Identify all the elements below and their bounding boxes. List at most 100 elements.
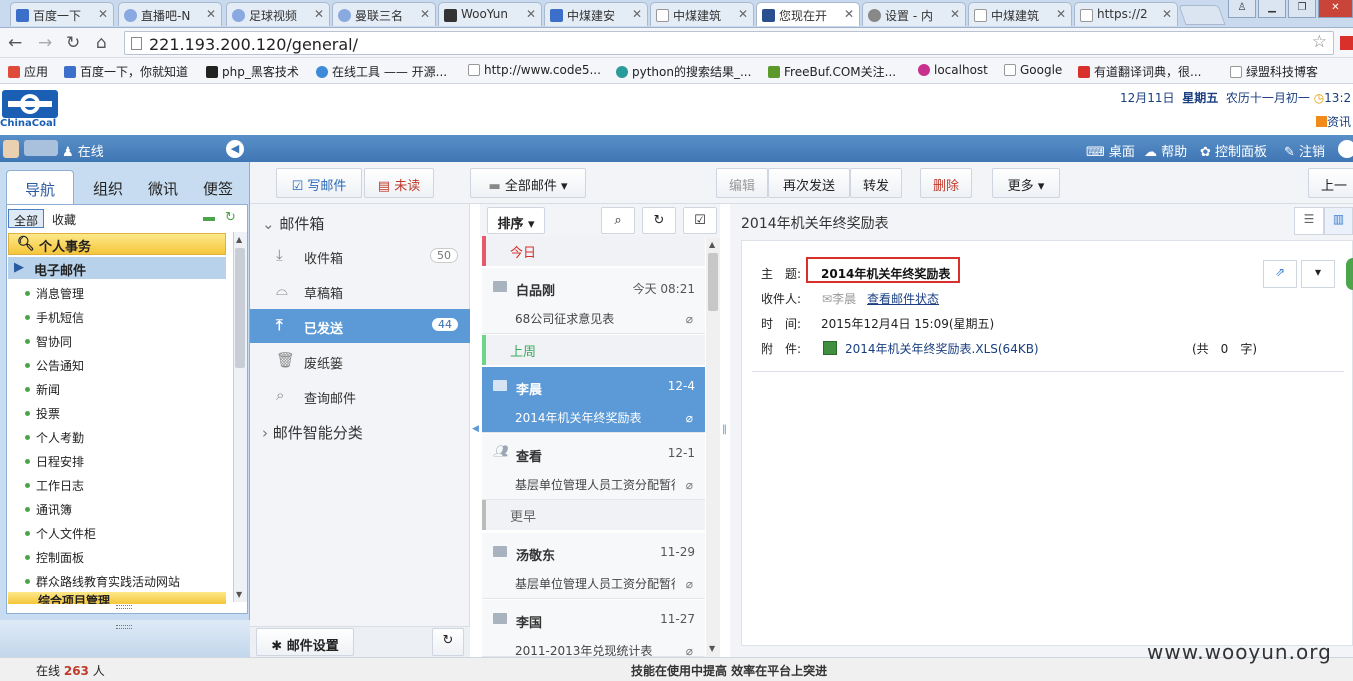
avatar[interactable] — [3, 140, 19, 158]
nav-scroll-thumb[interactable] — [235, 248, 245, 368]
browser-tab[interactable]: 足球视频 ✕ — [226, 2, 330, 26]
prev-button[interactable]: 上一 — [1308, 168, 1353, 198]
edit-button[interactable]: 编辑 — [716, 168, 768, 198]
close-icon[interactable]: ✕ — [844, 7, 854, 21]
group-project[interactable]: 综合项目管理 — [8, 592, 226, 604]
nav-item[interactable]: 控制面板 — [24, 549, 84, 566]
more-dropdown[interactable]: 更多 ▾ — [992, 168, 1060, 198]
refresh-icon[interactable]: ↻ — [225, 210, 236, 225]
message-row[interactable]: 👥︎ 查看 12-1 基层单位管理人员工资分配暂行 ⌀ — [482, 434, 705, 500]
browser-tab[interactable]: 百度一下 ✕ — [10, 2, 114, 26]
sort-dropdown[interactable]: 排序 ▾ — [487, 207, 545, 234]
bookmark[interactable]: Google — [1004, 63, 1062, 77]
refresh-button[interactable]: ↻ — [432, 628, 464, 656]
close-icon[interactable]: ✕ — [738, 7, 748, 21]
tab-org[interactable]: 组织 — [82, 170, 134, 204]
close-icon[interactable]: ✕ — [420, 7, 430, 21]
browser-tab[interactable]: 设置 - 内 ✕ — [862, 2, 966, 26]
close-icon[interactable]: ✕ — [950, 7, 960, 21]
resend-button[interactable]: 再次发送 — [768, 168, 850, 198]
folder-trash[interactable]: 🗑︎ 废纸篓 — [276, 351, 343, 372]
logout-link[interactable]: ✎ 注销 — [1284, 141, 1325, 160]
forward-button[interactable]: 转发 — [850, 168, 902, 198]
control-panel-link[interactable]: ✿ 控制面板 — [1200, 141, 1267, 160]
url-input[interactable]: 221.193.200.120/general/☆ — [124, 31, 1334, 55]
nav-item[interactable]: 新闻 — [24, 381, 60, 398]
list-view-button[interactable]: ☰ — [1294, 207, 1324, 235]
filter-all[interactable]: 全部 — [8, 209, 44, 228]
reader-more-dropdown[interactable]: ▾ — [1301, 260, 1335, 288]
tab-nav[interactable]: 导航 — [6, 170, 74, 204]
bookmark-apps[interactable]: 应用 — [8, 63, 48, 80]
open-new-window-button[interactable]: ⇗ — [1263, 260, 1297, 288]
bookmark[interactable]: 有道翻译词典，很... — [1078, 63, 1201, 80]
news-link[interactable]: 资讯 — [1316, 113, 1351, 130]
filter-favorites[interactable]: 收藏 — [52, 211, 76, 228]
nav-item-email[interactable]: ▶ 电子邮件 — [8, 257, 226, 279]
nav-item[interactable]: 公告通知 — [24, 357, 84, 374]
mailbox-header[interactable]: ⌄ 邮件箱 — [262, 213, 324, 234]
close-icon[interactable]: ✕ — [98, 7, 108, 21]
scroll-up-icon[interactable]: ▲ — [709, 240, 715, 249]
scroll-down-icon[interactable]: ▼ — [709, 644, 715, 653]
browser-tab[interactable]: 中煤建安 ✕ — [544, 2, 648, 26]
new-tab-button[interactable] — [1178, 5, 1226, 25]
nav-item[interactable]: 群众路线教育实践活动网站 — [24, 573, 180, 590]
close-icon[interactable]: ✕ — [632, 7, 642, 21]
star-icon[interactable]: ☆ — [1312, 32, 1327, 52]
scroll-down-icon[interactable]: ▼ — [236, 590, 242, 599]
collapse-icon[interactable] — [203, 217, 215, 221]
window-close-button[interactable]: ✕ — [1318, 0, 1353, 18]
folder-sent[interactable]: ⤒ 已发送 44 — [276, 316, 458, 337]
message-row[interactable]: 汤敬东 11-29 基层单位管理人员工资分配暂行 ⌀ — [482, 533, 705, 599]
refresh-list-button[interactable]: ↻ — [642, 207, 676, 234]
browser-tab[interactable]: 曼联三名 ✕ — [332, 2, 436, 26]
menu-icon[interactable] — [1340, 36, 1353, 50]
compose-button[interactable]: ☑ 写邮件 — [276, 168, 362, 198]
bookmark[interactable]: 绿盟科技博客 — [1230, 63, 1318, 80]
bookmark[interactable]: localhost — [918, 63, 988, 77]
back-icon[interactable]: ← — [8, 33, 22, 53]
maximize-button[interactable]: ❐ — [1288, 0, 1316, 18]
close-icon[interactable]: ✕ — [1162, 7, 1172, 21]
all-mail-dropdown[interactable]: ▬ 全部邮件 ▾ — [470, 168, 586, 198]
select-all-button[interactable]: ☑ — [683, 207, 717, 234]
close-icon[interactable]: ✕ — [1056, 7, 1066, 21]
online-status[interactable]: ♟ 在线 — [62, 141, 104, 160]
group-personal[interactable]: 🔍︎ 个人事务 — [8, 233, 226, 255]
view-status-link[interactable]: 查看邮件状态 — [867, 290, 939, 307]
browser-tab[interactable]: WooYun ✕ — [438, 2, 542, 26]
message-row[interactable]: 白品刚 今天 08:21 68公司征求意见表 ⌀ — [482, 268, 705, 334]
delete-button[interactable]: 删除 — [920, 168, 972, 198]
nav-item[interactable]: 消息管理 — [24, 285, 84, 302]
attachment-link[interactable]: 2014年机关年终奖励表.XLS(64KB) — [845, 340, 1039, 357]
browser-tab[interactable]: https://2 ✕ — [1074, 2, 1178, 26]
nav-item[interactable]: 日程安排 — [24, 453, 84, 470]
help-link[interactable]: ☁ 帮助 — [1144, 141, 1187, 160]
online-count[interactable]: 在线 263 人 — [36, 662, 105, 679]
collapse-left-button[interactable]: ◀ — [226, 140, 244, 158]
nav-item[interactable]: 个人文件柜 — [24, 525, 96, 542]
bookmark[interactable]: 在线工具 —— 开源... — [316, 63, 447, 80]
bookmark[interactable]: FreeBuf.COM关注... — [768, 63, 896, 80]
resize-handle-icon[interactable] — [116, 605, 132, 609]
bookmark[interactable]: python的搜索结果_... — [616, 63, 751, 80]
browser-tab-active[interactable]: 您现在开 ✕ — [756, 2, 860, 26]
close-icon[interactable]: ✕ — [206, 7, 216, 21]
resize-handle-icon[interactable] — [116, 625, 132, 629]
browser-tab[interactable]: 直播吧-N ✕ — [118, 2, 222, 26]
forward-icon[interactable]: → — [38, 33, 52, 53]
collapse-right-button[interactable] — [1338, 140, 1353, 158]
folder-drafts[interactable]: ⌓ 草稿箱 — [276, 281, 343, 302]
nav-item[interactable]: 手机短信 — [24, 309, 84, 326]
recipient[interactable]: ✉李晨 — [822, 290, 856, 307]
message-row-selected[interactable]: 李晨 12-4 2014年机关年终奖励表 ⌀ — [482, 367, 705, 433]
browser-tab[interactable]: 中煤建筑 ✕ — [650, 2, 754, 26]
close-icon[interactable]: ✕ — [526, 7, 536, 21]
unread-button[interactable]: ▤ 未读 — [364, 168, 434, 198]
collapse-folder-icon[interactable]: ◀ — [472, 424, 479, 434]
nav-item[interactable]: 工作日志 — [24, 477, 84, 494]
desktop-link[interactable]: ⌨ 桌面 — [1086, 141, 1135, 160]
side-widget[interactable] — [1346, 258, 1353, 290]
smart-category[interactable]: › 邮件智能分类 — [262, 422, 363, 443]
